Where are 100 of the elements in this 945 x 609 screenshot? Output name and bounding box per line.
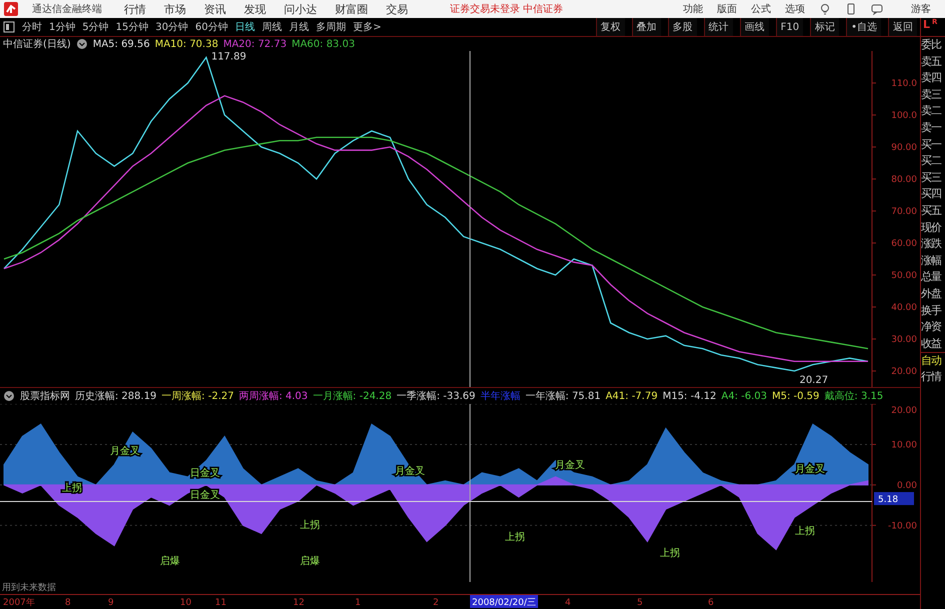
time-axis-label: 10 bbox=[180, 598, 192, 608]
axis-label: 70.00 bbox=[891, 207, 917, 217]
period-tab[interactable]: 日线 bbox=[234, 20, 255, 34]
quote-field-label: 净资 bbox=[921, 319, 942, 336]
menu-item[interactable]: 财富圈 bbox=[335, 2, 368, 16]
toolbar-button[interactable]: F10 bbox=[776, 18, 804, 36]
axis-label: 20.00 bbox=[891, 367, 917, 377]
signal-label: 启爆 bbox=[160, 556, 180, 567]
toolbar-button[interactable]: 返回 bbox=[888, 18, 917, 36]
quote-field-label: 卖五 bbox=[921, 54, 942, 70]
legend-item: A4: -6.03 bbox=[721, 390, 767, 402]
toolbar-button[interactable]: 统计 bbox=[704, 18, 733, 36]
signal-label: 上拐 bbox=[62, 483, 82, 494]
signal-label: 日金叉 bbox=[190, 468, 220, 479]
menu-item[interactable]: 版面 bbox=[717, 2, 737, 16]
signal-label: 月金叉 bbox=[395, 466, 425, 477]
quote-field-label: 卖一 bbox=[921, 120, 942, 136]
menu-item[interactable]: 问小达 bbox=[284, 2, 317, 16]
legend-item: 一季涨幅: -33.69 bbox=[396, 390, 476, 403]
time-axis-label: 12 bbox=[293, 598, 304, 608]
quote-field-label: 外盘 bbox=[921, 286, 942, 302]
toolbar-button[interactable]: 画线 bbox=[740, 18, 769, 36]
time-axis-label: 11 bbox=[215, 598, 226, 608]
legend-item: M5: -0.59 bbox=[772, 390, 820, 402]
quote-field-label: 换手 bbox=[921, 302, 942, 318]
settings-icon[interactable] bbox=[3, 390, 15, 402]
quote-field-label: 买二 bbox=[921, 153, 942, 170]
time-axis-label: 1 bbox=[355, 598, 361, 608]
value-tag: 5.18 bbox=[874, 492, 914, 506]
menu-item[interactable]: 交易 bbox=[386, 2, 408, 16]
axis-label: 80.00 bbox=[891, 175, 917, 185]
quote-field-label: 总量 bbox=[921, 269, 942, 286]
axis-label: 40.00 bbox=[891, 303, 917, 313]
period-tab[interactable]: 60分钟 bbox=[195, 20, 228, 34]
legend-item: A41: -7.79 bbox=[606, 390, 658, 402]
app-title: 通达信金融终端 bbox=[32, 2, 102, 16]
period-tab[interactable]: 周线 bbox=[262, 20, 282, 34]
time-axis-label: 5 bbox=[637, 598, 643, 608]
price-annotation: 117.89 bbox=[211, 51, 246, 62]
indicator-title: 股票指标网 bbox=[20, 390, 70, 403]
menu-item[interactable]: 市场 bbox=[164, 2, 186, 16]
axis-label: 20.00 bbox=[891, 406, 917, 416]
period-tab[interactable]: 更多> bbox=[352, 20, 382, 34]
legend-item: 历史涨幅: 288.19 bbox=[75, 390, 157, 403]
legend-item: 半年涨幅 bbox=[480, 390, 520, 403]
quote-field-label: 收益 bbox=[921, 336, 942, 352]
legend-item: 两周涨幅: 4.03 bbox=[238, 390, 308, 403]
quote-field-label: 买四 bbox=[921, 186, 942, 202]
user-label[interactable]: 游客 bbox=[911, 2, 931, 16]
quote-field-label: 涨幅 bbox=[921, 252, 942, 269]
period-tab[interactable]: 1分钟 bbox=[49, 20, 76, 34]
signal-label: 上拐 bbox=[795, 526, 815, 537]
legend-item: 戴高位: 3.15 bbox=[824, 390, 884, 403]
axis-label: 30.00 bbox=[891, 335, 917, 345]
toolbar-button[interactable]: 标记 bbox=[810, 18, 840, 36]
axis-label: 10.00 bbox=[891, 440, 917, 450]
chart-title: 中信证券(日线) bbox=[3, 38, 71, 51]
toolbar-button[interactable]: 叠加 bbox=[632, 18, 661, 36]
phone-icon[interactable] bbox=[845, 3, 857, 15]
legend-item: MA5: 69.56 bbox=[92, 38, 150, 50]
quote-field-label: 卖二 bbox=[921, 103, 942, 120]
quote-field-label: 买三 bbox=[921, 170, 942, 186]
quote-field-label: 委比 bbox=[921, 37, 942, 53]
toolbar-button[interactable]: 多股 bbox=[668, 18, 697, 36]
time-axis-label: 6 bbox=[708, 598, 714, 608]
panel-toggle-icon[interactable] bbox=[3, 21, 15, 33]
menu-item[interactable]: 功能 bbox=[683, 2, 703, 16]
time-axis-label: 2 bbox=[433, 598, 439, 608]
menu-item[interactable]: 公式 bbox=[751, 2, 771, 16]
settings-icon[interactable] bbox=[76, 38, 88, 50]
legend-item: MA20: 72.73 bbox=[223, 38, 287, 50]
axis-label: 50.00 bbox=[891, 271, 917, 281]
signal-label: 上拐 bbox=[505, 532, 525, 543]
message-icon[interactable] bbox=[871, 3, 883, 15]
quote-field-label: 卖三 bbox=[921, 86, 942, 103]
legend-item: MA10: 70.38 bbox=[154, 38, 218, 50]
legend-item: 一年涨幅: 75.81 bbox=[525, 390, 601, 403]
period-tab[interactable]: 多周期 bbox=[316, 20, 346, 34]
menu-item[interactable]: 行情 bbox=[124, 2, 146, 16]
footnote: 用到未来数据 bbox=[2, 583, 56, 593]
menu-item[interactable]: 选项 bbox=[785, 2, 805, 16]
legend-item: M15: -4.12 bbox=[662, 390, 716, 402]
period-tab[interactable]: 月线 bbox=[288, 20, 309, 34]
bulb-icon[interactable] bbox=[819, 3, 831, 15]
period-tab[interactable]: 分时 bbox=[22, 20, 42, 34]
quote-field-label: 现价 bbox=[921, 220, 942, 236]
menu-item[interactable]: 发现 bbox=[244, 2, 266, 16]
toolbar-button[interactable]: •自选 bbox=[846, 18, 881, 36]
menu-item[interactable]: 资讯 bbox=[204, 2, 226, 16]
period-tab[interactable]: 5分钟 bbox=[82, 20, 109, 34]
side-tab[interactable]: L bbox=[923, 18, 930, 31]
login-notice[interactable]: 证券交易未登录 中信证券 bbox=[450, 2, 669, 16]
quote-field-label: 涨跌 bbox=[921, 236, 942, 252]
side-button[interactable]: 自动 bbox=[921, 353, 945, 370]
period-tab[interactable]: 15分钟 bbox=[116, 20, 148, 34]
period-tab[interactable]: 30分钟 bbox=[155, 20, 188, 34]
side-button[interactable]: 行情 bbox=[921, 369, 945, 386]
axis-label: 100.0 bbox=[891, 111, 917, 121]
signal-label: 月金叉 bbox=[795, 464, 825, 475]
toolbar-button[interactable]: 复权 bbox=[596, 18, 625, 36]
